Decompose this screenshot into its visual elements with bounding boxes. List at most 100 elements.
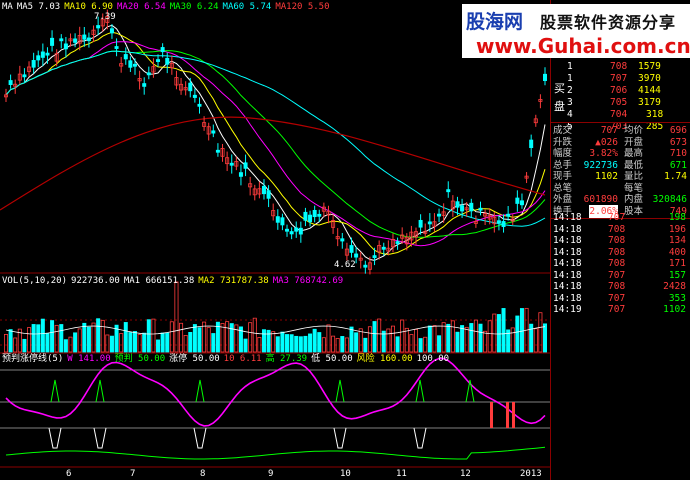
- candle-body: [294, 227, 299, 232]
- candle-body: [31, 60, 36, 68]
- volume-bar: [469, 323, 474, 353]
- moving-average-lines: [0, 24, 546, 261]
- ma30-line: [5, 50, 546, 238]
- ma-legend-item: MA: [2, 2, 13, 12]
- volume-bar: [418, 338, 423, 353]
- candle-body: [372, 255, 377, 259]
- candle-body: [243, 162, 248, 169]
- volume-bar: [271, 331, 276, 353]
- volume-bar: [31, 324, 36, 353]
- volume-bar: [252, 317, 257, 353]
- kline-chart-area[interactable]: [0, 0, 550, 480]
- candle-body: [340, 238, 345, 242]
- volume-bar: [460, 325, 465, 353]
- ind-legend-item: 风险 160.00: [356, 354, 413, 364]
- volume-ma-line: [5, 325, 546, 335]
- volume-bar: [105, 334, 110, 353]
- candle-body: [275, 216, 280, 223]
- date-axis-label: 11: [396, 469, 407, 479]
- candle-body: [266, 190, 271, 199]
- volume-bar: [206, 327, 211, 353]
- volume-bar: [285, 334, 290, 353]
- date-axis-label: 7: [130, 469, 136, 479]
- candle-body: [128, 60, 133, 68]
- volume-bar: [179, 322, 184, 353]
- volume-bar: [386, 328, 391, 353]
- candle-body: [86, 37, 91, 42]
- candle-body: [363, 264, 368, 268]
- candle-body: [22, 74, 27, 78]
- ma-legend-item: MA30 6.24: [169, 2, 219, 12]
- candle-body: [519, 200, 524, 206]
- volume-bar: [169, 321, 174, 353]
- volume-bar: [437, 335, 442, 353]
- candle-body: [142, 83, 147, 87]
- volume-bar: [487, 320, 492, 353]
- volume-bar: [137, 334, 142, 353]
- volume-bar: [519, 308, 524, 353]
- volume-bar: [220, 323, 225, 353]
- candle-body: [73, 38, 78, 43]
- volume-bar: [321, 337, 326, 353]
- brand-logo: 股海网: [466, 11, 524, 33]
- volume-bar: [132, 331, 137, 353]
- indicator-lines: [5, 357, 546, 460]
- candle-body: [211, 130, 216, 134]
- volume-bar: [243, 338, 248, 353]
- date-axis-label: 9: [268, 469, 274, 479]
- volume-bar: [409, 334, 414, 353]
- candle-body: [50, 37, 55, 46]
- volume-bar: [450, 320, 455, 353]
- high-price-label: 7.39: [94, 12, 116, 22]
- sell-label: 盘: [554, 100, 565, 113]
- volume-bar: [27, 327, 32, 353]
- candle-body: [446, 189, 451, 193]
- date-axis-label: 6: [66, 469, 72, 479]
- ind-legend-item: 100.00: [416, 354, 450, 364]
- candle-body: [238, 172, 243, 177]
- w-line: [5, 357, 546, 427]
- volume-bar: [501, 308, 506, 353]
- date-axis-label: 10: [340, 469, 351, 479]
- candle-body: [40, 51, 45, 58]
- ma10-line: [5, 31, 546, 256]
- volume-bar: [317, 332, 322, 353]
- ma-legend-item: MA20 6.54: [116, 2, 166, 12]
- candle-body: [156, 59, 161, 62]
- candle-body: [82, 34, 87, 40]
- tick-row: 14:19 707 1102: [550, 303, 690, 316]
- ma-legend-item: MA5 7.03: [16, 2, 61, 12]
- brand-url: www.Guhai.com.cn: [476, 34, 690, 58]
- high-signal: [95, 379, 105, 403]
- volume-bar: [45, 332, 50, 353]
- volume-bar: [400, 319, 405, 353]
- quote-panel: 1 708 1579 1 707 3970 2 706 4144 3 705 3179 4 704 318 5…: [550, 0, 690, 480]
- volume-bar: [363, 337, 368, 353]
- candle-body: [96, 25, 101, 29]
- candle-body: [469, 202, 474, 212]
- low-signal: [333, 427, 347, 449]
- ind-legend-item: 预判 50.00: [114, 354, 166, 364]
- candle-body: [59, 38, 64, 42]
- candle-body: [303, 211, 308, 221]
- buy-label: 买: [554, 82, 565, 95]
- volume-bar: [543, 323, 548, 353]
- volume-bar: [446, 323, 451, 353]
- volume-bar: [441, 322, 446, 353]
- volume-legend: VOL(5,10,20) 922736.00 MA1 666151.38 MA2 73…: [2, 276, 347, 286]
- candle-body: [460, 205, 465, 212]
- volume-bar: [455, 331, 460, 353]
- volume-bar: [109, 335, 114, 353]
- low-signal: [193, 427, 207, 449]
- candle-body: [312, 209, 317, 218]
- low-signal: [93, 427, 107, 449]
- low-signal: [413, 427, 427, 449]
- high-signal: [195, 379, 205, 403]
- ind-legend-item: 涨停 50.00: [169, 354, 220, 364]
- candle-body: [114, 46, 119, 49]
- volume-bar: [77, 328, 82, 353]
- date-axis: 6 7 8 9 10 11 12 2013: [0, 468, 550, 480]
- volume-bar: [96, 318, 101, 353]
- volume-bar: [197, 327, 202, 353]
- vol-legend-item: MA1 666151.38: [123, 276, 195, 286]
